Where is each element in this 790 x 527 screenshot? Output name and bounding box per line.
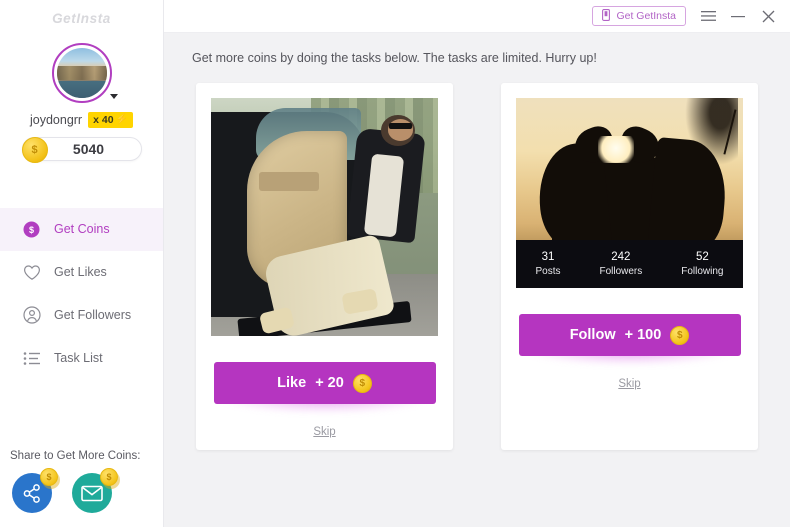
- stat-label: Posts: [535, 265, 561, 277]
- task-photo[interactable]: 31 Posts 242 Followers 52 Following: [516, 98, 743, 288]
- sidebar: GetInsta joydongrr x 40 ⚡ $ 5040 $ Get C…: [0, 0, 164, 527]
- get-getinsta-label: Get GetInsta: [616, 10, 676, 22]
- stat-followers: 242 Followers: [599, 250, 642, 279]
- bolt-icon: ⚡: [115, 113, 128, 125]
- follow-action-wrap: Follow + 100 $: [518, 314, 741, 365]
- sidebar-item-task-list[interactable]: Task List: [0, 337, 163, 380]
- tasks-heading: Get more coins by doing the tasks below.…: [192, 51, 597, 65]
- sidebar-item-label: Get Likes: [54, 265, 107, 280]
- multiplier-value: x 40: [93, 113, 114, 126]
- stat-value: 31: [541, 250, 555, 263]
- minimize-icon[interactable]: [730, 8, 746, 24]
- like-button[interactable]: Like + 20 $: [213, 362, 436, 404]
- coin-icon: $: [21, 136, 48, 163]
- sidebar-item-get-followers[interactable]: Get Followers: [0, 294, 163, 337]
- sidebar-item-get-coins[interactable]: $ Get Coins: [0, 207, 163, 251]
- follow-button[interactable]: Follow + 100 $: [518, 314, 741, 356]
- share-section: Share to Get More Coins: $ $: [6, 450, 158, 513]
- svg-text:$: $: [29, 225, 34, 235]
- follow-reward-label: + 100: [624, 327, 662, 343]
- user-circle-icon: [22, 306, 41, 325]
- stat-label: Following: [681, 265, 724, 277]
- avatar-ring: [51, 43, 112, 103]
- getinsta-app-window: GetInsta joydongrr x 40 ⚡ $ 5040 $ Get C…: [0, 0, 790, 527]
- chevron-down-icon[interactable]: [109, 94, 118, 99]
- stat-value: 242: [611, 250, 631, 263]
- share-email-button[interactable]: $: [72, 468, 118, 513]
- coin-badge: $: [40, 468, 58, 486]
- coin-badge: $: [100, 468, 118, 486]
- hamburger-menu-icon[interactable]: [700, 8, 716, 24]
- stat-label: Followers: [599, 265, 643, 277]
- titlebar: Get GetInsta: [164, 0, 790, 33]
- app-logo: GetInsta: [52, 11, 111, 26]
- profile-stats: 31 Posts 242 Followers 52 Following: [516, 240, 743, 288]
- stat-following: 52 Following: [681, 250, 723, 279]
- multiplier-badge: x 40 ⚡: [88, 112, 133, 128]
- avatar[interactable]: [51, 43, 118, 103]
- user-row: joydongrr x 40 ⚡: [30, 112, 133, 128]
- sidebar-item-label: Get Followers: [54, 308, 132, 323]
- task-card-like: Like + 20 $ Skip: [196, 83, 453, 450]
- follow-button-label: Follow: [569, 327, 616, 343]
- task-card-follow: 31 Posts 242 Followers 52 Following Foll…: [501, 83, 758, 450]
- like-action-wrap: Like + 20 $: [213, 362, 436, 413]
- like-reward-label: + 20: [315, 375, 344, 391]
- list-icon: [22, 349, 41, 368]
- sidebar-nav: $ Get Coins Get Likes Get Followers Task…: [0, 207, 163, 380]
- heart-icon: [22, 263, 41, 282]
- share-icons: $ $: [6, 468, 158, 513]
- skip-link[interactable]: Skip: [618, 378, 640, 390]
- get-getinsta-button[interactable]: Get GetInsta: [592, 6, 686, 26]
- coin-balance-bar[interactable]: $ 5040: [21, 136, 142, 163]
- task-cards: Like + 20 $ Skip 31 Posts 242 Followers …: [164, 65, 790, 450]
- like-button-label: Like: [277, 375, 307, 391]
- coin-icon: $: [670, 325, 690, 345]
- close-icon[interactable]: [760, 8, 776, 24]
- sidebar-item-get-likes[interactable]: Get Likes: [0, 251, 163, 294]
- username-label: joydongrr: [29, 112, 83, 127]
- share-network-button[interactable]: $: [12, 468, 58, 513]
- sidebar-item-label: Get Coins: [54, 222, 110, 237]
- coin-icon: $: [352, 373, 372, 393]
- stat-value: 52: [695, 250, 709, 263]
- coin-icon: $: [22, 220, 41, 239]
- share-section-title: Share to Get More Coins:: [10, 450, 141, 462]
- phone-icon: [602, 8, 611, 24]
- skip-link[interactable]: Skip: [313, 426, 335, 438]
- sidebar-item-label: Task List: [54, 351, 103, 366]
- main-content: Get GetInsta Get more coins by doing the…: [164, 0, 790, 527]
- stat-posts: 31 Posts: [535, 250, 560, 279]
- avatar-image: [56, 48, 107, 98]
- task-photo[interactable]: [211, 98, 438, 336]
